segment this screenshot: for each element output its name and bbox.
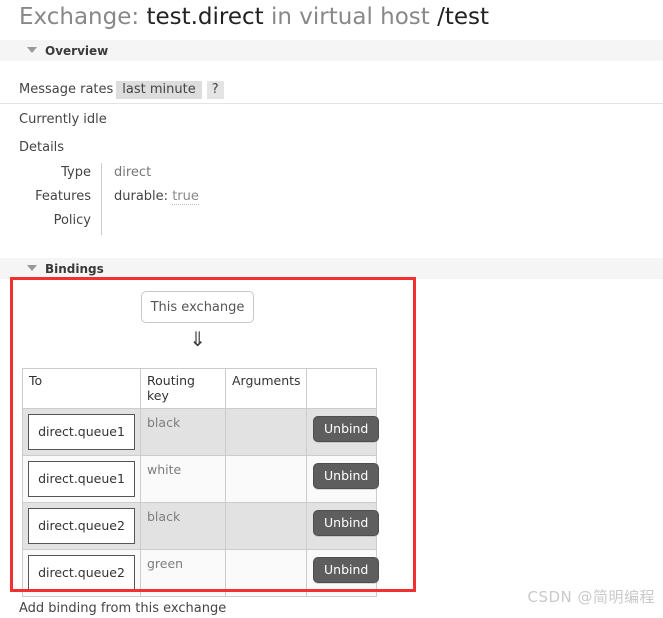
- binding-action-cell: Unbind: [306, 502, 380, 550]
- binding-routing-key-cell: white: [140, 455, 226, 503]
- binding-action-cell: Unbind: [306, 408, 380, 456]
- queue-link[interactable]: direct.queue1: [28, 461, 135, 497]
- unbind-button[interactable]: Unbind: [313, 510, 380, 536]
- details-table: Type direct Features durable: true Polic…: [19, 163, 334, 235]
- binding-routing-key-cell: black: [140, 502, 226, 550]
- details-key-policy: Policy: [53, 213, 91, 228]
- queue-link[interactable]: direct.queue1: [28, 414, 135, 450]
- table-row: direct.queue2 black Unbind: [22, 502, 380, 550]
- page-title-middle: in virtual host: [271, 4, 430, 30]
- details-value-type: direct: [101, 163, 334, 187]
- binding-to-cell: direct.queue2: [22, 549, 141, 597]
- section-header-overview[interactable]: Overview: [0, 40, 663, 61]
- details-key-features: Features: [35, 189, 91, 204]
- binding-routing-key-cell: black: [140, 408, 226, 456]
- message-rates-row: Message rates last minute?: [19, 81, 224, 99]
- binding-arguments-cell: [225, 408, 307, 456]
- this-exchange-node: This exchange: [141, 291, 254, 323]
- watermark: CSDN @简明编程: [527, 588, 655, 606]
- message-rates-period-chip[interactable]: last minute: [116, 81, 202, 99]
- details-value-features: durable: true: [101, 187, 334, 211]
- caret-down-icon: [27, 265, 37, 271]
- binding-to-cell: direct.queue1: [22, 408, 141, 456]
- divider: [0, 103, 663, 104]
- binding-to-cell: direct.queue2: [22, 502, 141, 550]
- feature-value: true: [172, 189, 199, 205]
- down-arrow-icon: ⇓: [189, 327, 206, 351]
- details-row-features: Features durable: true: [19, 187, 334, 211]
- page-title-exchange-name: test.direct: [146, 4, 264, 30]
- unbind-button[interactable]: Unbind: [313, 557, 380, 583]
- bindings-table: To Routing key Arguments direct.queue1 b…: [22, 368, 380, 597]
- help-icon[interactable]: ?: [206, 81, 224, 99]
- details-value-policy: [101, 211, 334, 235]
- queue-link[interactable]: direct.queue2: [28, 555, 135, 591]
- binding-arguments-cell: [225, 455, 307, 503]
- unbind-button[interactable]: Unbind: [313, 416, 380, 442]
- binding-action-cell: Unbind: [306, 549, 380, 597]
- section-header-bindings-label: Bindings: [45, 262, 104, 276]
- table-row: direct.queue1 black Unbind: [22, 408, 380, 456]
- page-title: Exchange: test.direct in virtual host /t…: [19, 4, 489, 30]
- column-header-arguments[interactable]: Arguments: [225, 368, 307, 409]
- column-header-to[interactable]: To: [22, 368, 141, 409]
- feature-name: durable:: [114, 189, 169, 204]
- details-label: Details: [19, 140, 65, 155]
- table-row: direct.queue2 green Unbind: [22, 549, 380, 597]
- column-header-actions: [306, 368, 377, 409]
- table-row: direct.queue1 white Unbind: [22, 455, 380, 503]
- bindings-table-header-row: To Routing key Arguments: [22, 368, 377, 409]
- unbind-button[interactable]: Unbind: [313, 463, 380, 489]
- message-rates-label: Message rates: [19, 82, 114, 97]
- page-title-vhost: /test: [437, 4, 490, 30]
- details-row-type: Type direct: [19, 163, 334, 187]
- caret-down-icon: [27, 47, 37, 53]
- details-row-policy: Policy: [19, 211, 334, 235]
- binding-arguments-cell: [225, 549, 307, 597]
- column-header-routing-key[interactable]: Routing key: [140, 368, 226, 409]
- queue-link[interactable]: direct.queue2: [28, 508, 135, 544]
- section-header-bindings[interactable]: Bindings: [0, 258, 663, 279]
- currently-idle-text: Currently idle: [19, 112, 107, 127]
- binding-arguments-cell: [225, 502, 307, 550]
- add-binding-section-label[interactable]: Add binding from this exchange: [19, 601, 226, 616]
- binding-action-cell: Unbind: [306, 455, 380, 503]
- binding-to-cell: direct.queue1: [22, 455, 141, 503]
- page-title-prefix: Exchange:: [19, 4, 140, 30]
- details-key-type: Type: [61, 165, 91, 180]
- section-header-overview-label: Overview: [45, 44, 109, 58]
- binding-routing-key-cell: green: [140, 549, 226, 597]
